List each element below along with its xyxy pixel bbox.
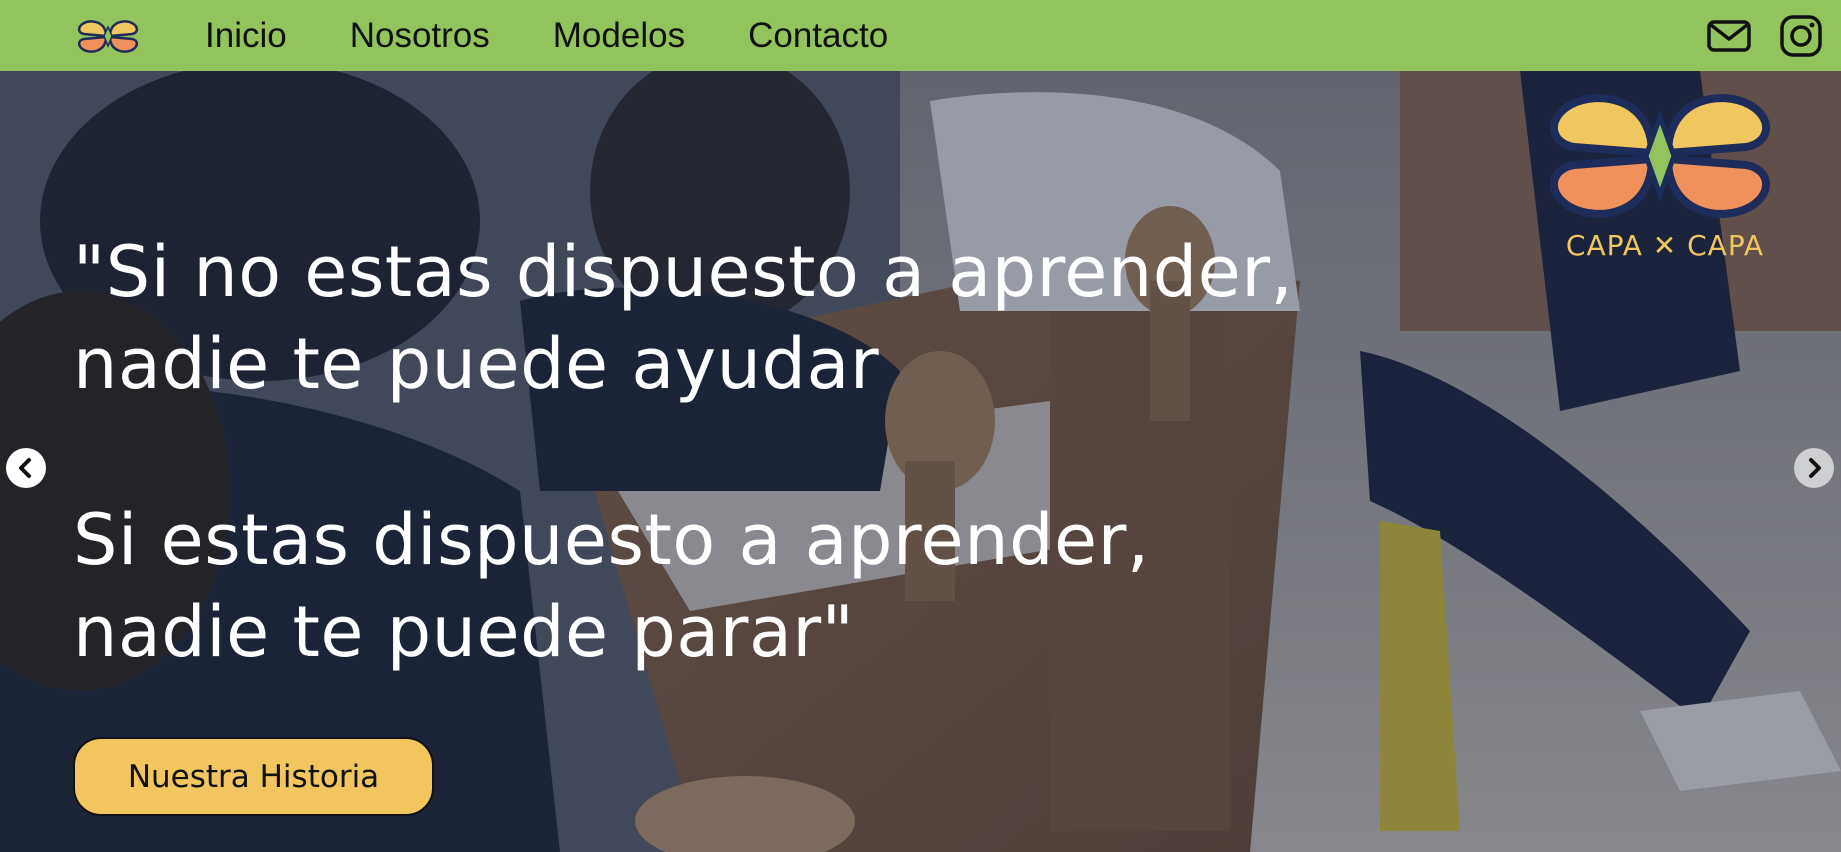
quote-line-2: nadie te puede ayudar bbox=[73, 323, 880, 405]
instagram-icon[interactable] bbox=[1779, 14, 1823, 58]
nav-link-nosotros[interactable]: Nosotros bbox=[350, 18, 490, 53]
brand-name: CAPA ✕ CAPA bbox=[1565, 229, 1765, 262]
quote-line-3: Si estas dispuesto a aprender, bbox=[73, 499, 1150, 581]
carousel-prev-button[interactable] bbox=[6, 448, 46, 488]
nav-link-modelos[interactable]: Modelos bbox=[553, 18, 685, 53]
quote-line-4: nadie te puede parar" bbox=[73, 591, 855, 673]
hero-section: CAPA ✕ CAPA "Si no estas dispuesto a apr… bbox=[0, 71, 1841, 852]
chevron-right-icon bbox=[1809, 458, 1821, 478]
capa-x-capa-logo-icon[interactable] bbox=[74, 17, 142, 56]
main-menu: Inicio Nosotros Modelos Contacto bbox=[205, 0, 888, 71]
mail-icon[interactable] bbox=[1707, 14, 1751, 58]
carousel-next-button[interactable] bbox=[1794, 448, 1834, 488]
top-navbar: Inicio Nosotros Modelos Contacto bbox=[0, 0, 1841, 71]
quote-line-1: "Si no estas dispuesto a aprender, bbox=[73, 231, 1294, 313]
chevron-left-icon bbox=[19, 458, 31, 478]
hero-quote-part-2: Si estas dispuesto a aprender, nadie te … bbox=[73, 494, 1150, 678]
capa-x-capa-large-logo-icon bbox=[1549, 94, 1771, 218]
nav-link-contacto[interactable]: Contacto bbox=[748, 18, 888, 53]
hero-quote-part-1: "Si no estas dispuesto a aprender, nadie… bbox=[73, 226, 1293, 410]
nav-link-inicio[interactable]: Inicio bbox=[205, 18, 287, 53]
nuestra-historia-button[interactable]: Nuestra Historia bbox=[73, 737, 434, 816]
